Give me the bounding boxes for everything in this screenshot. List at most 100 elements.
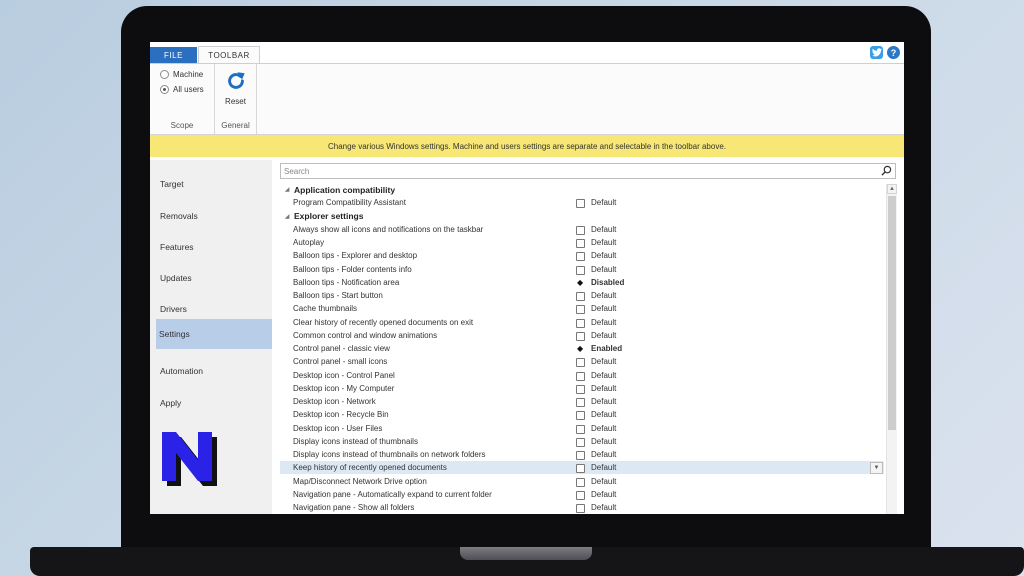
state-default-icon xyxy=(576,477,585,487)
setting-row[interactable]: Display icons instead of thumbnails Defau… xyxy=(280,435,884,448)
group-title: Explorer settings xyxy=(294,211,364,221)
state-set-icon: ◆ xyxy=(577,344,584,353)
setting-row[interactable]: Balloon tips - Explorer and desktop Defau… xyxy=(280,249,884,262)
setting-row[interactable]: Desktop icon - Network Default xyxy=(280,395,884,408)
radio-all-users[interactable]: All users xyxy=(160,85,204,94)
state-default-icon xyxy=(576,225,585,235)
setting-row[interactable]: Keep history of recently opened document… xyxy=(280,461,884,475)
collapse-caret-icon[interactable]: ◢ xyxy=(280,186,294,193)
tab-file[interactable]: FILE xyxy=(150,47,197,63)
help-icon[interactable]: ? xyxy=(887,46,900,59)
setting-name: Keep history of recently opened document… xyxy=(293,463,447,473)
setting-row[interactable]: Desktop icon - Recycle Bin Default xyxy=(280,408,884,421)
setting-row[interactable]: Balloon tips - Start button Default xyxy=(280,289,884,302)
group-header[interactable]: ◢ Application compatibility xyxy=(280,183,884,196)
setting-row[interactable]: Clear history of recently opened documen… xyxy=(280,316,884,329)
radio-machine[interactable]: Machine xyxy=(160,70,203,79)
state-default-icon xyxy=(576,464,585,474)
radio-circle-selected[interactable] xyxy=(160,85,169,94)
setting-row[interactable]: Display icons instead of thumbnails on n… xyxy=(280,448,884,461)
state-default-icon xyxy=(576,239,585,248)
sidebar-item-removals[interactable]: Removals xyxy=(157,201,272,231)
setting-row[interactable]: Program Compatibility Assistant Default xyxy=(280,196,884,209)
state-default-icon xyxy=(576,490,585,500)
setting-row[interactable]: Always show all icons and notifications … xyxy=(280,223,884,236)
state-default-icon xyxy=(576,318,585,328)
general-group-label: General xyxy=(221,121,250,130)
sidebar-item-automation[interactable]: Automation xyxy=(157,356,272,386)
twitter-icon[interactable] xyxy=(870,46,883,59)
setting-value: Default xyxy=(591,317,617,327)
setting-value: Default xyxy=(591,330,617,340)
setting-value: Default xyxy=(591,291,617,300)
state-default-icon xyxy=(576,358,585,368)
vertical-scrollbar[interactable]: ▲ xyxy=(886,184,897,514)
setting-row[interactable]: Desktop icon - My Computer Default xyxy=(280,382,884,395)
sidebar-item-settings[interactable]: Settings xyxy=(156,319,272,349)
setting-value: Default xyxy=(591,463,617,473)
sidebar-item-apply[interactable]: Apply xyxy=(157,388,272,418)
setting-name: Balloon tips - Notification area xyxy=(293,277,400,287)
setting-row[interactable]: Autoplay Default xyxy=(280,236,884,249)
state-set-icon: ◆ xyxy=(577,277,584,287)
value-dropdown-icon[interactable]: ▼ xyxy=(870,462,883,475)
setting-name: Map/Disconnect Network Drive option xyxy=(293,476,427,486)
state-default-icon xyxy=(576,292,585,301)
scroll-thumb[interactable] xyxy=(888,196,896,430)
state-default-icon xyxy=(576,331,585,341)
setting-value: Default xyxy=(591,251,617,261)
setting-row[interactable]: Navigation pane - Automatically expand t… xyxy=(280,488,884,501)
setting-value: Default xyxy=(591,410,617,420)
sidebar-item-features[interactable]: Features xyxy=(157,232,272,262)
state-default-icon xyxy=(576,437,585,447)
collapse-caret-icon[interactable]: ◢ xyxy=(280,213,294,220)
state-default-icon xyxy=(576,384,585,394)
state-default-icon xyxy=(576,265,585,275)
setting-value: Default xyxy=(591,224,617,234)
setting-value: Disabled xyxy=(591,277,625,287)
group-header[interactable]: ◢ Explorer settings xyxy=(280,210,884,223)
search-input[interactable] xyxy=(281,164,877,178)
state-default-icon xyxy=(576,411,585,421)
setting-row[interactable]: Navigation pane - Show all folders Defaul… xyxy=(280,501,884,514)
setting-row[interactable]: Common control and window animations Defa… xyxy=(280,329,884,342)
setting-value: Default xyxy=(591,238,617,247)
setting-value: Default xyxy=(591,397,617,406)
setting-name: Clear history of recently opened documen… xyxy=(293,317,474,327)
setting-name: Desktop icon - Control Panel xyxy=(293,370,395,380)
ribbon-tabs: FILE TOOLBAR ? xyxy=(150,42,904,64)
reset-button[interactable]: Reset xyxy=(219,68,252,110)
setting-name: Desktop icon - My Computer xyxy=(293,383,395,393)
setting-value: Default xyxy=(591,450,617,459)
setting-row[interactable]: Balloon tips - Notification area ◆ Disable… xyxy=(280,276,884,289)
refresh-icon xyxy=(227,72,245,89)
scroll-up-icon[interactable]: ▲ xyxy=(887,184,897,194)
radio-circle[interactable] xyxy=(160,70,169,79)
laptop-notch xyxy=(460,547,592,560)
setting-row[interactable]: Desktop icon - Control Panel Default xyxy=(280,369,884,382)
sidebar-item-target[interactable]: Target xyxy=(157,169,272,199)
radio-machine-label: Machine xyxy=(173,70,204,79)
state-default-icon xyxy=(576,252,585,262)
info-banner: Change various Windows settings. Machine… xyxy=(150,135,904,157)
setting-name: Balloon tips - Explorer and desktop xyxy=(293,251,418,261)
setting-value: Default xyxy=(591,264,617,274)
group-title: Application compatibility xyxy=(294,184,396,195)
tab-toolbar[interactable]: TOOLBAR xyxy=(198,46,260,64)
search-icon[interactable] xyxy=(881,165,892,176)
setting-row[interactable]: Balloon tips - Folder contents info Defau… xyxy=(280,263,884,276)
state-default-icon xyxy=(576,199,585,209)
setting-row[interactable]: Map/Disconnect Network Drive option Defau… xyxy=(280,475,884,488)
settings-list: ◢ Application compatibility Program Compat… xyxy=(280,183,884,514)
setting-name: Control panel - small icons xyxy=(293,357,388,367)
setting-row[interactable]: Control panel - classic view ◆ Enabled xyxy=(280,342,884,355)
setting-row[interactable]: Control panel - small icons Default xyxy=(280,355,884,368)
setting-row[interactable]: Desktop icon - User Files Default xyxy=(280,422,884,435)
setting-value: Default xyxy=(591,503,617,512)
setting-row[interactable]: Cache thumbnails Default xyxy=(280,302,884,315)
sidebar-item-updates[interactable]: Updates xyxy=(157,263,272,293)
state-default-icon xyxy=(576,371,585,381)
ribbon-toolbar: Machine All users Scope Reset General xyxy=(150,63,904,135)
sidebar: Target Removals Features Updates Drivers Sett… xyxy=(150,160,272,514)
general-group: Reset General xyxy=(215,64,257,134)
